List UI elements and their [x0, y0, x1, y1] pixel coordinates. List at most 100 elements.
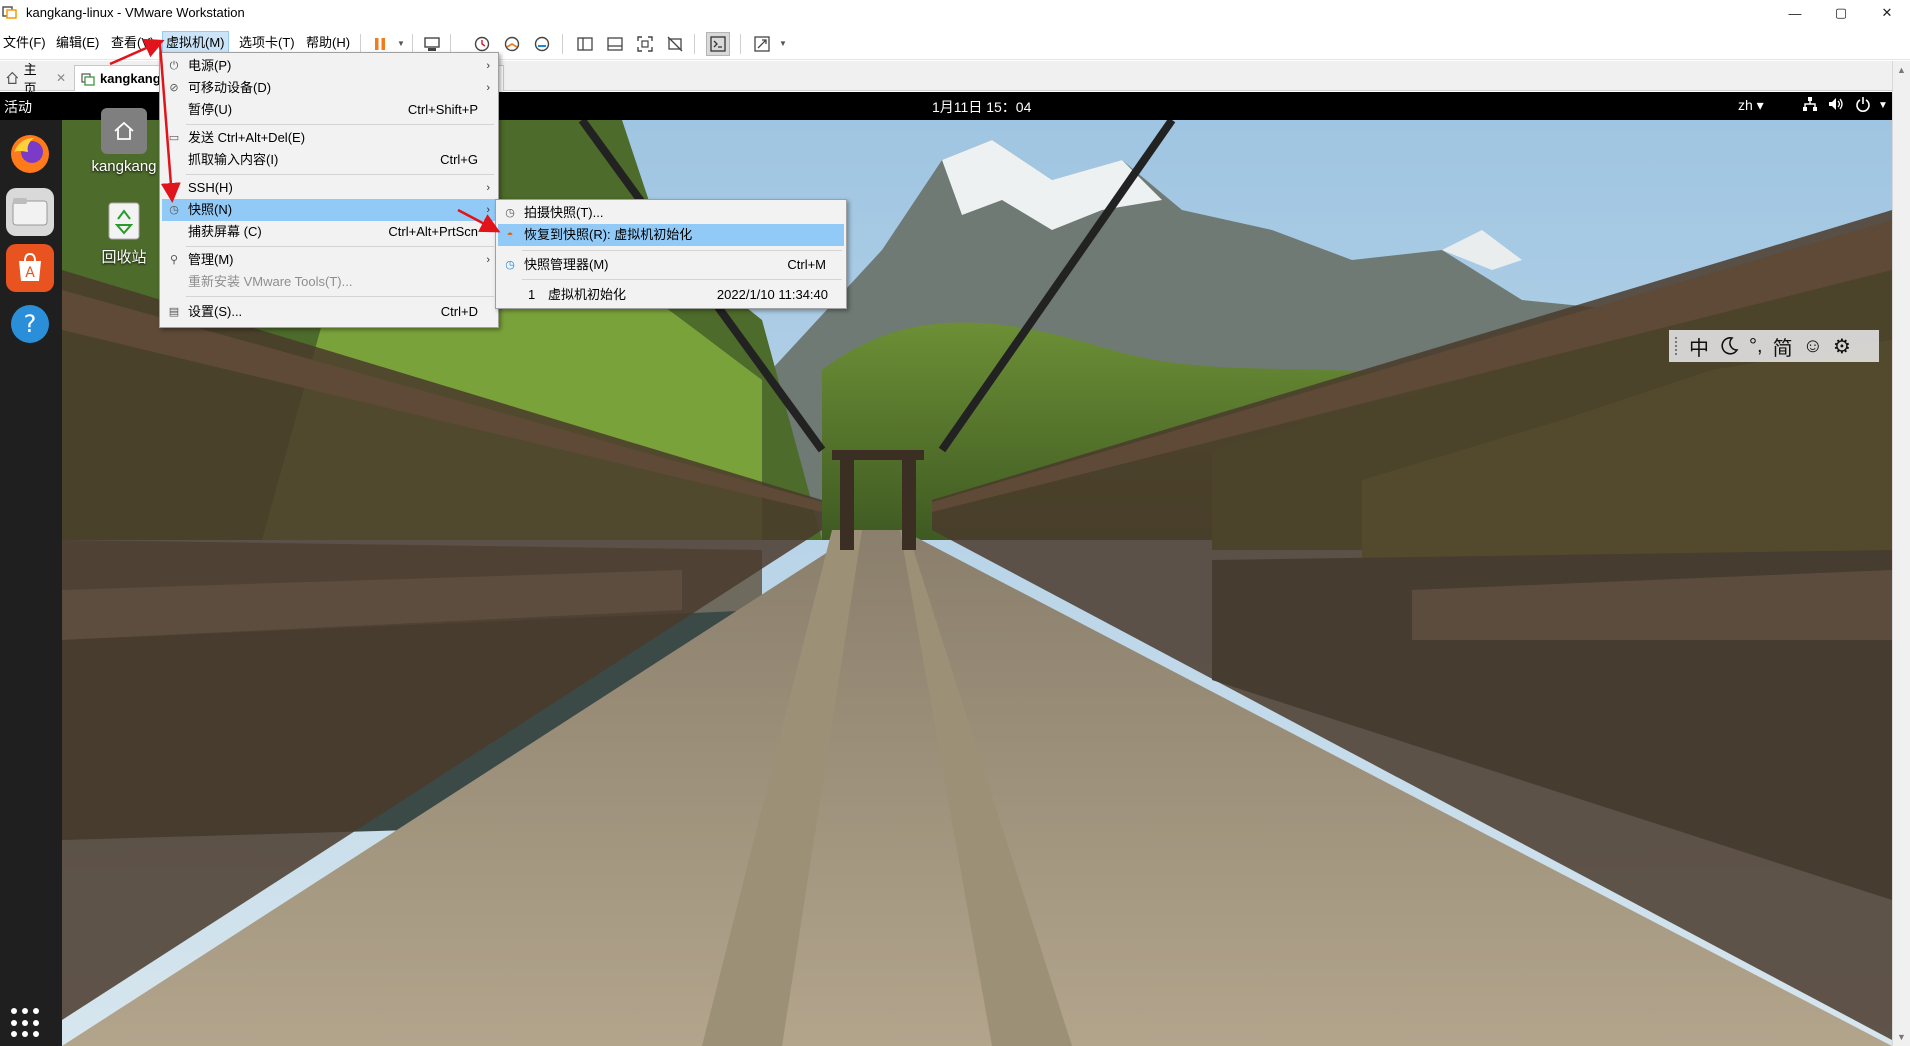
snapshot-take-item[interactable]: ◷ 拍摄快照(T)...	[498, 202, 844, 224]
input-method-toolbar[interactable]: 中 °, 简 ☺ ⚙	[1669, 330, 1879, 362]
vm-tab-icon	[81, 72, 95, 86]
vm-menu-settings[interactable]: ▤ 设置(S)... Ctrl+D	[162, 301, 496, 323]
submenu-arrow-icon: ›	[486, 82, 490, 94]
vm-menu-manage[interactable]: ⚲ 管理(M) ›	[162, 249, 496, 271]
svg-text:A: A	[25, 265, 35, 281]
volume-icon[interactable]	[1828, 96, 1844, 112]
ime-settings-icon[interactable]: ⚙	[1833, 334, 1851, 359]
menu-separator	[522, 250, 842, 251]
files-icon	[12, 198, 48, 226]
wrench-icon: ⚲	[169, 254, 179, 266]
power-menu-icon: ⏻	[169, 60, 179, 72]
unity-icon	[667, 36, 683, 52]
thumbnail-bar-button[interactable]	[603, 32, 627, 56]
full-screen-button[interactable]	[633, 32, 657, 56]
desktop-icon-home[interactable]: kangkang	[84, 108, 164, 175]
system-menu-arrow-icon[interactable]: ▼	[1878, 100, 1888, 111]
vm-menu-reinstall-tools[interactable]: 重新安装 VMware Tools(T)...	[162, 271, 496, 293]
console-view-icon	[710, 36, 726, 52]
clock[interactable]: 1月11日 15：04	[932, 97, 1031, 117]
vm-menu-snapshot[interactable]: ◷ 快照(N) ›	[162, 199, 496, 221]
help-icon: ?	[11, 305, 49, 343]
vm-menu-send-ctrl-alt-del[interactable]: ▭ 发送 Ctrl+Alt+Del(E)	[162, 127, 496, 149]
minimize-button[interactable]: —	[1772, 0, 1818, 26]
scroll-down-icon[interactable]: ▼	[1897, 1032, 1906, 1042]
thumbnail-bar-icon	[607, 37, 623, 51]
submenu-arrow-icon: ›	[486, 182, 490, 194]
snapshot-revert-item[interactable]: ◓ 恢复到快照(R): 虚拟机初始化	[498, 224, 844, 246]
ime-chinese-mode[interactable]: 中	[1689, 332, 1709, 361]
ime-punctuation-mode[interactable]: °,	[1749, 335, 1763, 358]
vm-menu-capture-screen[interactable]: 捕获屏幕 (C) Ctrl+Alt+PrtScn	[162, 221, 496, 243]
firefox-icon	[11, 135, 49, 173]
vm-menu-pause[interactable]: 暂停(U) Ctrl+Shift+P	[162, 99, 496, 121]
help-launcher[interactable]: ?	[6, 300, 54, 348]
stretch-dropdown-icon[interactable]: ▼	[779, 39, 787, 48]
svg-text:?: ?	[24, 310, 37, 338]
snapshot-revert-icon	[504, 36, 520, 52]
unity-button[interactable]	[663, 32, 687, 56]
toolbar-separator	[360, 34, 361, 54]
stretch-guest-icon	[754, 36, 770, 52]
menu-separator	[186, 174, 494, 175]
pause-dropdown-icon[interactable]: ▼	[397, 39, 405, 48]
menu-file[interactable]: 文件(F)	[0, 31, 49, 55]
maximize-button[interactable]: ▢	[1818, 0, 1864, 26]
software-launcher[interactable]: A	[6, 244, 54, 292]
vmware-app-icon	[2, 6, 17, 19]
tab-home-close-icon[interactable]: ✕	[56, 71, 66, 85]
snapshot-recent-item[interactable]: 1 虚拟机初始化 2022/1/10 11:34:40	[498, 284, 844, 306]
menu-separator	[186, 296, 494, 297]
console-view-button[interactable]	[706, 32, 730, 56]
maximize-icon: ▢	[1834, 5, 1848, 20]
toolbar-separator	[450, 34, 451, 54]
firefox-launcher[interactable]	[6, 130, 54, 178]
scroll-up-icon[interactable]: ▲	[1897, 65, 1906, 75]
menu-view[interactable]: 查看(V)	[108, 31, 157, 55]
close-button[interactable]: ✕	[1864, 0, 1910, 26]
snapshot-manager-icon	[534, 36, 550, 52]
menu-edit[interactable]: 编辑(E)	[53, 31, 102, 55]
activities-button[interactable]: 活动	[4, 97, 32, 117]
close-icon: ✕	[1881, 5, 1893, 20]
menu-separator	[186, 124, 494, 125]
trash-icon	[108, 202, 140, 240]
stretch-guest-button[interactable]	[750, 32, 774, 56]
desktop-icon-trash[interactable]: 回收站	[84, 196, 164, 267]
snapshot-manager-item[interactable]: ◷ 快照管理器(M) Ctrl+M	[498, 254, 844, 276]
vertical-scrollbar[interactable]: ▲ ▼	[1892, 61, 1910, 1046]
ime-emoji-icon[interactable]: ☺	[1803, 335, 1823, 358]
show-library-button[interactable]	[573, 32, 597, 56]
keyboard-icon: ▭	[168, 132, 180, 144]
network-icon[interactable]	[1802, 96, 1818, 112]
toolbar-separator	[694, 34, 695, 54]
vm-menu-removable-devices[interactable]: ⊘ 可移动设备(D) ›	[162, 77, 496, 99]
take-snapshot-icon: ◷	[505, 207, 515, 219]
home-folder-icon	[114, 121, 134, 140]
submenu-arrow-icon: ›	[486, 254, 490, 266]
vm-menu-power[interactable]: ⏻ 电源(P) ›	[162, 55, 496, 77]
tab-home[interactable]: 主页 ✕	[0, 62, 72, 96]
vm-menu-ssh[interactable]: SSH(H) ›	[162, 177, 496, 199]
snapshot-manager-button[interactable]	[530, 32, 554, 56]
power-icon[interactable]	[1855, 96, 1871, 112]
toolbar-separator	[562, 34, 563, 54]
revert-snapshot-button[interactable]	[500, 32, 524, 56]
snapshot-manager-menu-icon: ◷	[505, 259, 515, 271]
submenu-arrow-icon: ›	[486, 204, 490, 216]
ime-drag-handle[interactable]	[1675, 337, 1679, 355]
minimize-icon: —	[1788, 5, 1802, 21]
ime-simplified-mode[interactable]: 简	[1773, 332, 1793, 361]
desktop-icon-home-label: kangkang	[91, 158, 157, 175]
snapshot-take-icon	[474, 36, 490, 52]
input-language-indicator[interactable]: zh ▾	[1738, 97, 1764, 114]
vm-menu-grab-input[interactable]: 抓取输入内容(I) Ctrl+G	[162, 149, 496, 171]
ubuntu-dock: A ?	[0, 120, 62, 1046]
toolbar-separator	[412, 34, 413, 54]
show-applications-icon[interactable]	[11, 1008, 41, 1038]
half-width-moon-icon[interactable]	[1719, 336, 1739, 356]
removable-devices-icon: ⊘	[169, 82, 179, 94]
files-launcher[interactable]	[6, 188, 54, 236]
software-center-icon: A	[19, 252, 41, 281]
settings-menu-icon: ▤	[168, 306, 180, 318]
